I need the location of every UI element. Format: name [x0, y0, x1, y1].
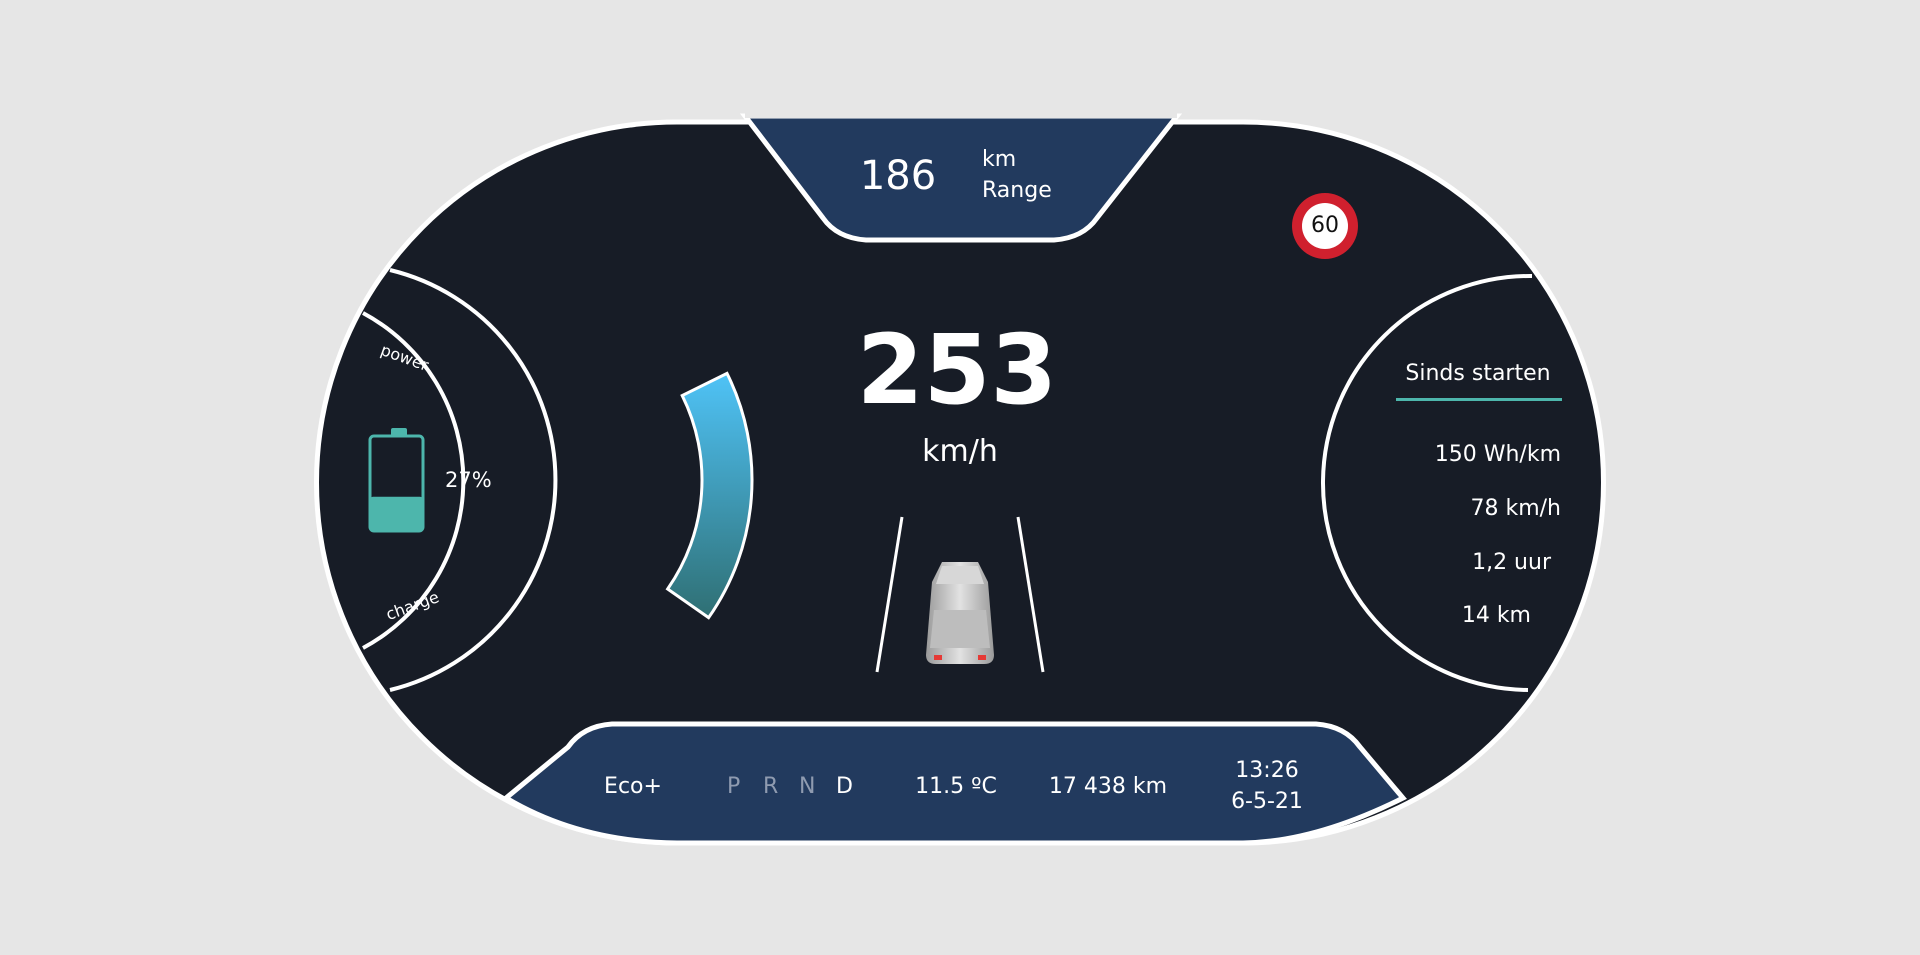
gear-p[interactable]: P [727, 776, 740, 798]
trip-stat-avg-speed: 78 km/h [1470, 496, 1561, 521]
cluster-graphic [314, 100, 1606, 846]
trip-stat-efficiency: 150 Wh/km [1434, 442, 1561, 467]
outside-temperature: 11.5 ºC [915, 774, 997, 799]
drive-mode[interactable]: Eco+ [604, 776, 662, 798]
battery-percent: 27% [445, 468, 492, 492]
range-label: Range [982, 178, 1052, 203]
car-icon [926, 562, 994, 664]
range-unit: km [982, 147, 1017, 172]
range-value: 186 [859, 153, 937, 199]
trip-stat-distance: 14 km [1461, 603, 1531, 628]
speed-unit: km/h [922, 434, 998, 469]
odometer: 17 438 km [1048, 774, 1168, 799]
speed-limit-value: 60 [1311, 213, 1339, 238]
clock-date: 6-5-21 [1231, 789, 1303, 814]
trip-stat-duration: 1,2 uur [1472, 550, 1551, 575]
gear-d[interactable]: D [836, 776, 853, 798]
trip-title: Sinds starten [1405, 361, 1551, 386]
gear-r[interactable]: R [763, 776, 778, 798]
dashboard-cluster: 186 km Range 60 253 km/h power charge 27… [0, 0, 1920, 955]
clock-time: 13:26 [1235, 758, 1299, 783]
speed-value: 253 [856, 314, 1058, 426]
trip-title-underline [1396, 398, 1562, 401]
gear-n[interactable]: N [799, 776, 815, 798]
